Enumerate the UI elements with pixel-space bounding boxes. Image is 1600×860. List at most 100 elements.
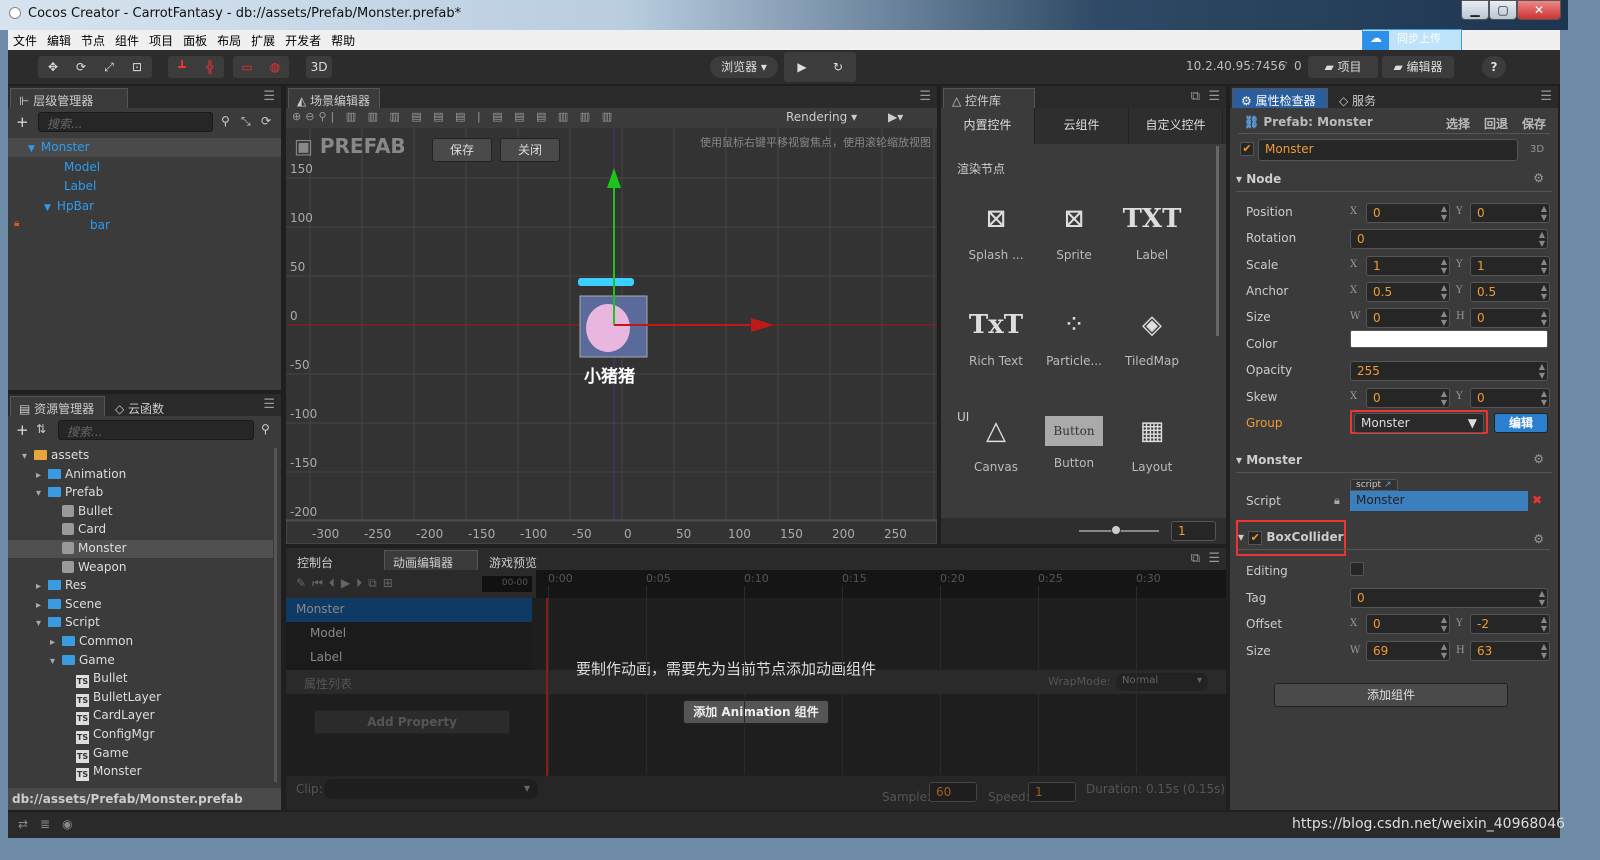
prev-frame-icon[interactable]: ⏴ <box>329 576 341 590</box>
tab-inspector[interactable]: ⚙ 属性检查器 <box>1232 88 1328 108</box>
widget-item[interactable]: △ Canvas <box>961 406 1031 474</box>
panel-menu-icon[interactable]: ☰ <box>263 397 275 412</box>
script-tag[interactable]: script ↗ <box>1350 479 1398 491</box>
hierarchy-node[interactable]: Model <box>44 160 100 174</box>
panel-menu-icon[interactable]: ☰ <box>1208 89 1220 104</box>
hierarchy-node[interactable]: ▼ Monster <box>28 140 90 154</box>
scene-viewport[interactable]: -350-300-250-200-150-100-500501001502002… <box>286 128 937 544</box>
gear-icon[interactable]: ⚙ <box>1533 532 1544 546</box>
stepper-icon[interactable]: ▲ ▼ <box>1441 283 1447 301</box>
stepper-icon[interactable]: ▲ ▼ <box>1441 615 1447 633</box>
new-clip-icon[interactable]: ⧉ <box>368 576 383 590</box>
widget-item[interactable]: ⊠ Splash ... <box>961 194 1031 262</box>
widget-item[interactable]: ◈ TiledMap <box>1117 300 1187 368</box>
add-node-icon[interactable]: + <box>16 113 29 131</box>
asset-item[interactable]: ▸ Animation <box>36 467 126 481</box>
asset-item[interactable]: TS ConfigMgr <box>64 727 154 744</box>
wrapmode-select[interactable]: Normal ▾ <box>1116 673 1208 691</box>
stepper-icon[interactable]: ▲ ▼ <box>1539 362 1545 380</box>
widget-item[interactable]: TXT Label <box>1117 194 1187 262</box>
collider-width-input[interactable]: 69 ▲ ▼ <box>1366 641 1450 661</box>
popout-icon[interactable]: ⧉ <box>1191 551 1200 566</box>
asset-item[interactable]: TS BulletLayer <box>64 690 161 707</box>
asset-item[interactable]: TS CardLayer <box>64 708 155 726</box>
zoom-in-icon[interactable]: ⊕ <box>292 110 305 123</box>
collider-height-input[interactable]: 63 ▲ ▼ <box>1470 641 1550 661</box>
prefab-revert-button[interactable]: 回退 <box>1484 115 1508 132</box>
add-event-icon[interactable]: ⊞ <box>383 576 399 590</box>
minimize-button[interactable]: ▁ <box>1461 0 1489 20</box>
search-icon[interactable]: ⚲ <box>221 114 230 128</box>
scale-x-input[interactable]: 1 ▲ ▼ <box>1366 256 1450 276</box>
rotate-tool-icon[interactable]: ⟳ <box>67 56 95 78</box>
browser-select[interactable]: 浏览器 ▾ <box>710 56 778 78</box>
3d-toggle-button[interactable]: 3D <box>306 56 332 78</box>
monster-component-header[interactable]: ▾ Monster ⚙ <box>1236 449 1552 473</box>
tag-input[interactable]: 0 ▲ ▼ <box>1350 588 1548 608</box>
asset-item[interactable]: ▾ Script <box>36 615 100 629</box>
expand-arrow-icon[interactable]: ▸ <box>36 600 48 611</box>
refresh-icon[interactable]: ⟳ <box>261 114 271 128</box>
save-prefab-button[interactable]: 保存 <box>432 138 492 162</box>
widget-scrollbar[interactable] <box>1216 146 1219 336</box>
stepper-icon[interactable]: ▲ ▼ <box>1441 642 1447 660</box>
offset-y-input[interactable]: -2 ▲ ▼ <box>1470 614 1550 634</box>
widget-zoom-input[interactable]: 1 <box>1171 521 1216 541</box>
anim-panel-tab[interactable]: 动画编辑器 <box>384 550 478 570</box>
lock-icon[interactable]: 🔒︎ <box>14 218 19 229</box>
stepper-icon[interactable]: ▲ ▼ <box>1441 204 1447 222</box>
collapse-icon[interactable]: ⤡ <box>241 114 251 129</box>
menu-item[interactable]: 扩展 <box>246 30 280 49</box>
anim-node-row[interactable]: Monster <box>286 598 532 622</box>
asset-item[interactable]: Monster <box>50 541 127 555</box>
expand-arrow-icon[interactable]: ▼ <box>44 203 51 213</box>
stepper-icon[interactable]: ▲ ▼ <box>1441 389 1447 407</box>
skew-x-input[interactable]: 0 ▲ ▼ <box>1366 388 1450 408</box>
menu-item[interactable]: 项目 <box>144 30 178 49</box>
sort-icon[interactable]: ⇅ <box>36 422 46 436</box>
rect-tool-icon[interactable]: ⊡ <box>123 56 151 78</box>
asset-item[interactable]: Weapon <box>50 560 126 574</box>
close-button[interactable]: ✕ <box>1517 0 1561 20</box>
cloud-sync-badge[interactable]: ☁ 同步上传 <box>1362 29 1462 51</box>
panel-menu-icon[interactable]: ☰ <box>1540 89 1552 104</box>
assets-search-input[interactable]: 搜索... <box>58 420 254 440</box>
rendering-select[interactable]: Rendering ▾ <box>786 110 857 124</box>
color-swatch[interactable] <box>1350 330 1548 348</box>
stepper-icon[interactable]: ▲ ▼ <box>1541 309 1547 327</box>
stepper-icon[interactable]: ▲ ▼ <box>1539 589 1545 607</box>
prefab-select-button[interactable]: 选择 <box>1446 115 1470 132</box>
asset-item[interactable]: TS Bullet <box>64 671 128 689</box>
asset-item[interactable]: ▾ Prefab <box>36 485 103 499</box>
size-w-input[interactable]: 0 ▲ ▼ <box>1366 308 1450 328</box>
node-name-input[interactable]: Monster <box>1258 139 1518 161</box>
remove-script-icon[interactable]: ✖ <box>1532 493 1542 507</box>
stepper-icon[interactable]: ▲ ▼ <box>1541 283 1547 301</box>
add-component-button[interactable]: 添加组件 <box>1274 683 1508 707</box>
widget-subtab[interactable]: 自定义控件 <box>1129 108 1223 144</box>
timeline-ruler[interactable]: 0:00 0:05 0:10 0:15 0:20 0:25 0:30 <box>536 570 1226 598</box>
boxcollider-enabled-checkbox[interactable]: ✔ <box>1248 531 1263 545</box>
anim-time-field[interactable]: 00-00 <box>482 576 532 592</box>
stepper-icon[interactable]: ▲ ▼ <box>1541 204 1547 222</box>
pivot-icon[interactable]: ┻ <box>168 56 196 78</box>
editing-checkbox[interactable] <box>1350 562 1364 576</box>
widget-subtab[interactable]: 内置控件 <box>941 108 1035 144</box>
anim-panel-tab[interactable]: 控制台 <box>288 550 382 570</box>
asset-item[interactable]: ▸ Scene <box>36 597 102 611</box>
boxcollider-header[interactable]: ▾ ✔ BoxCollider <box>1238 530 1344 545</box>
panel-menu-icon[interactable]: ☰ <box>1208 551 1220 566</box>
scale-y-input[interactable]: 1 ▲ ▼ <box>1470 256 1550 276</box>
zoom-reset-icon[interactable]: ⚲ <box>318 110 330 123</box>
offset-x-input[interactable]: 0 ▲ ▼ <box>1366 614 1450 634</box>
anim-node-row[interactable]: Label <box>286 646 532 670</box>
asset-item[interactable]: ▾ Game <box>50 653 115 667</box>
move-tool-icon[interactable]: ✥ <box>39 56 67 78</box>
rotation-input[interactable]: 0 ▲ ▼ <box>1350 229 1548 249</box>
asset-item[interactable]: TSMonsterLayer <box>64 783 175 784</box>
popout-icon[interactable]: ⧉ <box>1191 89 1200 104</box>
node-section-header[interactable]: ▾ Node ⚙ <box>1236 168 1552 192</box>
local-icon[interactable]: ▭ <box>233 56 261 78</box>
menu-item[interactable]: 开发者 <box>280 30 326 49</box>
widget-item[interactable]: ▦ Layout <box>1117 406 1187 474</box>
